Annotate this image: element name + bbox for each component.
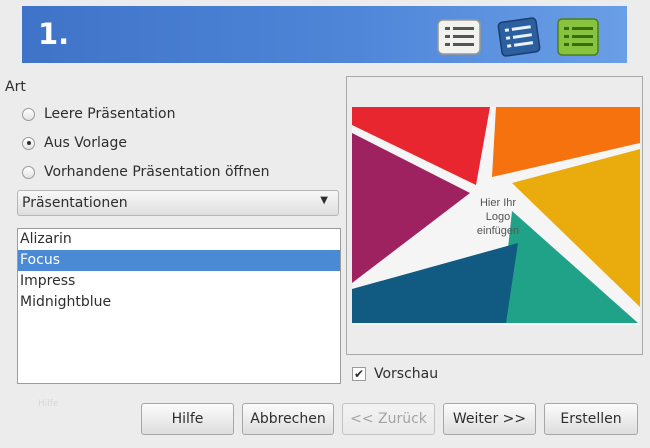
- template-preview-image: Hier Ihr Logo einfügen: [352, 107, 640, 325]
- template-list-item[interactable]: Alizarin: [18, 229, 340, 250]
- type-section-label: Art: [5, 79, 26, 95]
- step-1-list-icon: [437, 19, 481, 55]
- radio-empty-presentation[interactable]: Leere Präsentation: [22, 104, 176, 124]
- template-list-item-selected[interactable]: Focus: [18, 250, 340, 271]
- preview-toggle[interactable]: ✔ Vorschau: [352, 364, 438, 384]
- step-2-list-icon: [497, 17, 541, 57]
- preview-toggle-label: Vorschau: [374, 366, 439, 382]
- template-list-item[interactable]: Midnightblue: [18, 292, 340, 313]
- template-category-dropdown[interactable]: Präsentationen ▼: [17, 190, 339, 216]
- chevron-down-icon: ▼: [320, 195, 328, 206]
- logo-placeholder-line-2: Logo: [486, 211, 510, 223]
- wizard-header-banner: 1.: [22, 6, 627, 63]
- next-button[interactable]: Weiter >>: [443, 403, 536, 435]
- radio-label: Vorhandene Präsentation öffnen: [44, 164, 270, 180]
- radio-button-icon[interactable]: [22, 107, 35, 121]
- help-button[interactable]: Hilfe: [141, 403, 234, 435]
- create-button[interactable]: Erstellen: [544, 403, 638, 435]
- radio-from-template[interactable]: Aus Vorlage: [22, 133, 127, 153]
- logo-placeholder-line-1: Hier Ihr: [480, 197, 516, 209]
- checkbox-checked-icon[interactable]: ✔: [352, 367, 366, 381]
- back-button[interactable]: << Zurück: [342, 403, 435, 435]
- template-preview-frame: Hier Ihr Logo einfügen: [346, 76, 643, 355]
- radio-label: Aus Vorlage: [44, 135, 127, 151]
- radio-button-icon[interactable]: [22, 165, 35, 179]
- radio-open-existing[interactable]: Vorhandene Präsentation öffnen: [22, 162, 270, 182]
- template-list[interactable]: Alizarin Focus Impress Midnightblue: [17, 228, 341, 384]
- step-3-list-icon: [557, 18, 599, 56]
- logo-placeholder-line-3: einfügen: [477, 225, 519, 237]
- dropdown-value: Präsentationen: [22, 195, 128, 211]
- step-number: 1.: [38, 17, 70, 51]
- template-list-item[interactable]: Impress: [18, 271, 340, 292]
- radio-button-checked-icon[interactable]: [22, 136, 35, 150]
- ghost-text: Hilfe: [38, 399, 59, 409]
- cancel-button[interactable]: Abbrechen: [242, 403, 334, 435]
- radio-label: Leere Präsentation: [44, 106, 176, 122]
